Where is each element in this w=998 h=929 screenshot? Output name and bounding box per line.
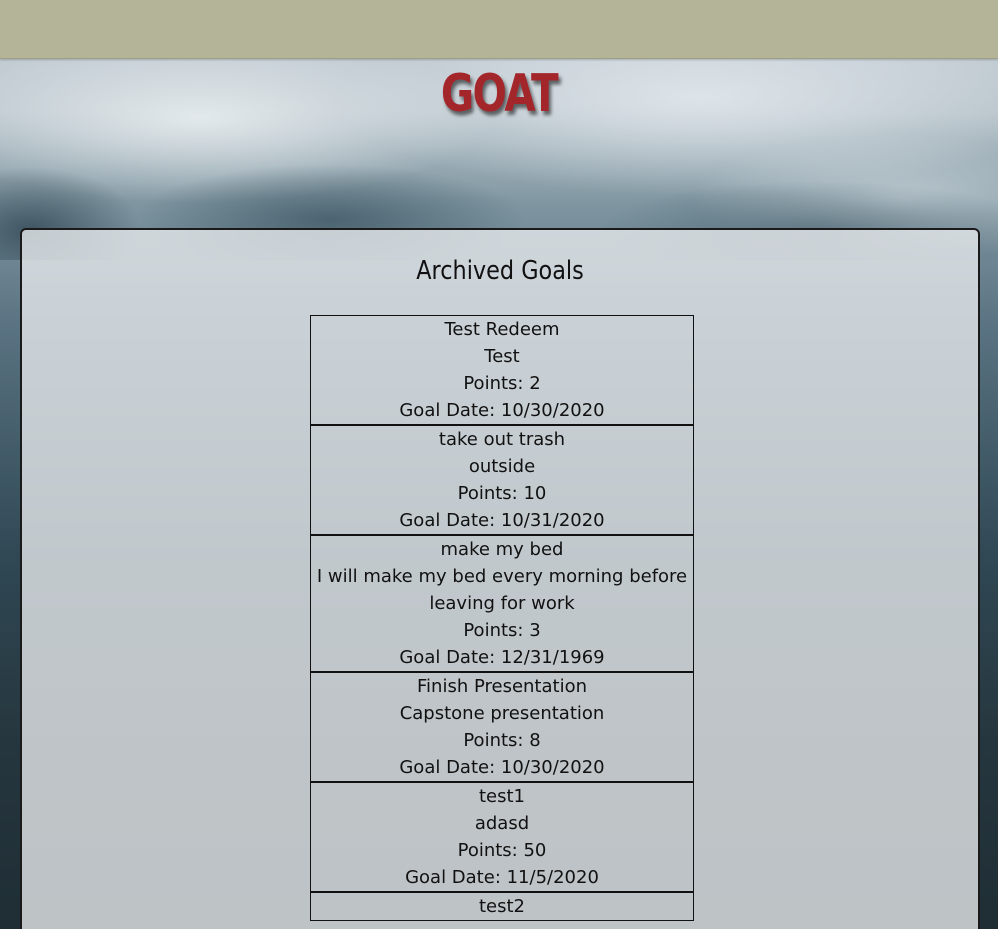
goal-date: Goal Date: 10/30/2020 <box>399 757 605 778</box>
goal-card: Test Redeem Test Points: 2 Goal Date: 10… <box>310 315 694 425</box>
goal-points: Points: 8 <box>463 730 541 751</box>
goal-card: Finish Presentation Capstone presentatio… <box>310 671 694 782</box>
goal-description: I will make my bed every morning before … <box>316 566 688 614</box>
goal-card: test2 <box>310 891 694 921</box>
archived-goals-panel: Archived Goals Test Redeem Test Points: … <box>20 228 980 929</box>
goal-title: make my bed <box>440 539 564 560</box>
goal-description: adasd <box>474 813 530 834</box>
goal-description: Test <box>484 346 520 367</box>
goal-date: Goal Date: 12/31/1969 <box>399 647 605 668</box>
goal-card: test1 adasd Points: 50 Goal Date: 11/5/2… <box>310 781 694 892</box>
goal-points: Points: 10 <box>457 483 547 504</box>
goal-title: test1 <box>478 786 526 807</box>
goal-title: take out trash <box>438 429 566 450</box>
top-nav-bar <box>0 0 998 59</box>
goal-title: test2 <box>478 896 526 917</box>
page-title: Archived Goals <box>416 256 584 286</box>
goal-description: Capstone presentation <box>399 703 605 724</box>
goal-points: Points: 50 <box>457 840 547 861</box>
goal-list: Test Redeem Test Points: 2 Goal Date: 10… <box>310 315 694 921</box>
goal-date: Goal Date: 10/31/2020 <box>399 510 605 531</box>
goal-date: Goal Date: 11/5/2020 <box>405 867 599 888</box>
goal-points: Points: 2 <box>463 373 541 394</box>
goal-description: outside <box>468 456 536 477</box>
goal-card: make my bed I will make my bed every mor… <box>310 534 694 672</box>
goal-title: Test Redeem <box>444 319 560 340</box>
goal-card: take out trash outside Points: 10 Goal D… <box>310 424 694 535</box>
goal-points: Points: 3 <box>463 620 541 641</box>
goal-date: Goal Date: 10/30/2020 <box>399 400 605 421</box>
brand-logo[interactable]: GOAT <box>110 64 888 124</box>
goal-title: Finish Presentation <box>416 676 587 697</box>
